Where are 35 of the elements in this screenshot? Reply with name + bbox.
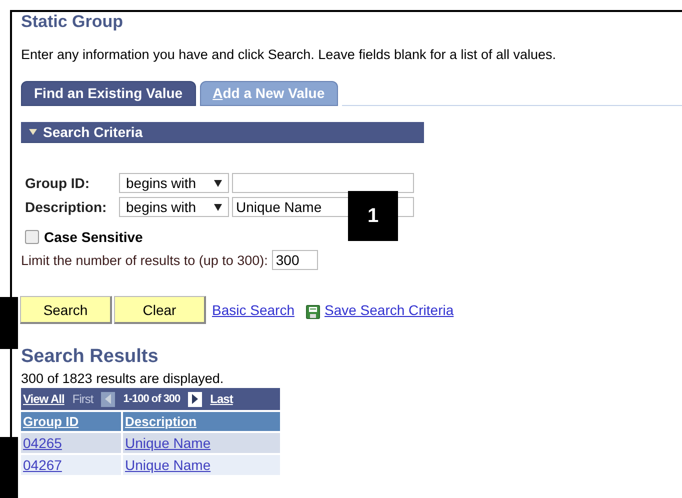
operator-dropdown[interactable]: begins with bbox=[119, 173, 229, 193]
table-cell-link[interactable]: Unique Name bbox=[123, 433, 280, 453]
callout-number: 1 bbox=[348, 191, 398, 241]
checkbox[interactable] bbox=[25, 230, 39, 244]
section-header[interactable]: Search Criteria bbox=[21, 122, 424, 143]
table-cell-link[interactable]: Unique Name bbox=[123, 455, 280, 475]
field-label: Description: bbox=[25, 199, 108, 215]
link[interactable]: Save Search Criteria bbox=[324, 302, 454, 318]
column-header[interactable]: Description bbox=[123, 412, 280, 431]
section-title: Search Results bbox=[21, 346, 160, 368]
page-title: Static Group bbox=[21, 12, 124, 32]
tab[interactable]: Find an Existing Value bbox=[21, 81, 196, 106]
field-label: Group ID: bbox=[25, 175, 91, 191]
section-title: Search Criteria bbox=[43, 124, 143, 140]
first-link: First bbox=[72, 392, 94, 406]
collapse-icon[interactable] bbox=[29, 129, 37, 135]
table-cell-link[interactable]: 04265 bbox=[21, 433, 121, 453]
caret-icon bbox=[214, 204, 222, 210]
view-all-link[interactable]: View All bbox=[23, 392, 64, 406]
operator-dropdown[interactable]: begins with bbox=[119, 197, 229, 217]
results-count: 300 of 1823 results are displayed. bbox=[21, 372, 225, 386]
table-cell-link[interactable]: 04267 bbox=[21, 455, 121, 475]
button[interactable]: Clear bbox=[114, 296, 206, 324]
caret-icon bbox=[214, 180, 222, 186]
link[interactable]: Basic Search bbox=[212, 302, 294, 318]
checkbox-label: Case Sensitive bbox=[44, 229, 143, 245]
limit-label: Limit the number of results to (up to 300): bbox=[21, 252, 268, 268]
page-range: 1-100 of 300 bbox=[123, 393, 180, 405]
column-header[interactable]: Group ID bbox=[21, 412, 121, 431]
instructions-text: Enter any information you have and click Search. Leave fields blank for a list of all values. bbox=[21, 46, 558, 63]
button[interactable]: Search bbox=[20, 296, 112, 324]
next-icon[interactable] bbox=[188, 392, 202, 406]
last-link[interactable]: Last bbox=[210, 392, 233, 406]
limit-input-field[interactable]: 300 bbox=[272, 250, 318, 270]
save-icon bbox=[306, 305, 320, 319]
